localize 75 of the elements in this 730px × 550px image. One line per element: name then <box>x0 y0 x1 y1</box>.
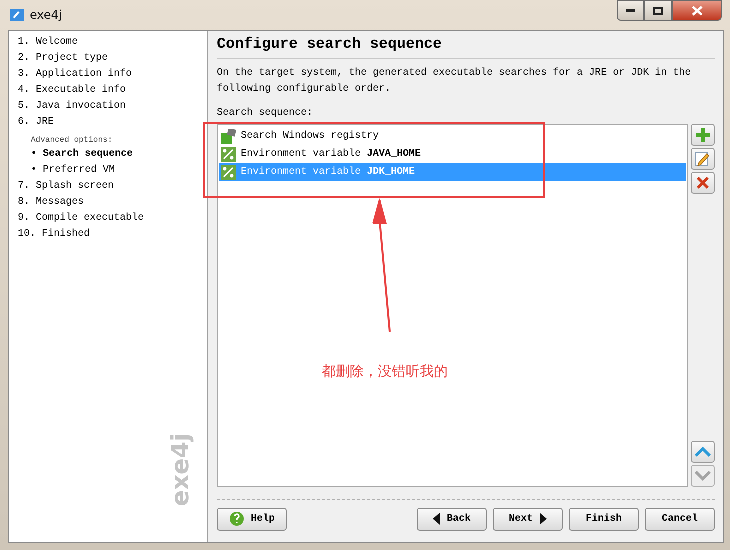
close-icon <box>692 6 702 16</box>
wizard-step[interactable]: 7. Splash screen <box>18 181 207 197</box>
step-number: 7. <box>18 181 30 194</box>
step-number: 8. <box>18 197 30 210</box>
percent-icon <box>221 146 236 162</box>
step-number: 10. <box>18 229 36 242</box>
wizard-step[interactable]: 10. Finished <box>18 229 207 245</box>
right-arrow-icon <box>539 513 547 525</box>
wizard-step[interactable]: 9. Compile executable <box>18 213 207 229</box>
minimize-button[interactable] <box>617 0 644 21</box>
edit-button[interactable] <box>691 148 715 170</box>
wizard-step[interactable]: 3. Application info <box>18 69 207 85</box>
dialog-button[interactable]: Finish <box>569 508 639 530</box>
step-label: Project type <box>36 53 108 66</box>
left-arrow-icon <box>432 513 441 525</box>
step-number: 4. <box>18 85 30 98</box>
wizard-substep[interactable]: • Search sequence <box>18 149 207 165</box>
percent-icon <box>221 164 236 180</box>
wizard-step[interactable]: 4. Executable info <box>18 85 207 101</box>
dialog-button[interactable]: Cancel <box>645 508 715 530</box>
plus-icon <box>695 127 711 143</box>
step-number: 3. <box>18 69 30 82</box>
help-icon <box>228 511 245 527</box>
window-title: exe4j <box>30 8 62 22</box>
step-number: 1. <box>18 37 30 50</box>
step-label: Executable info <box>36 85 126 98</box>
row-text: Search Windows registry <box>241 130 380 142</box>
wizard-step[interactable]: 1. Welcome <box>18 37 207 53</box>
wizard-step[interactable]: 2. Project type <box>18 53 207 69</box>
registry-icon <box>221 128 236 144</box>
wizard-step[interactable]: 6. JRE <box>18 117 207 133</box>
step-label: Finished <box>42 229 90 242</box>
next-button[interactable]: Next <box>493 508 563 530</box>
step-label: Splash screen <box>36 181 114 194</box>
step-label: JRE <box>36 117 54 130</box>
list-label: Search sequence: <box>217 108 314 120</box>
chevron-up-icon <box>695 446 711 458</box>
help-button[interactable]: Help <box>217 508 287 530</box>
page-title: Configure search sequence <box>217 35 715 59</box>
substep-label: Search sequence <box>43 149 134 162</box>
bullet: • <box>31 149 38 162</box>
bullet: • <box>31 165 38 178</box>
step-label: Compile executable <box>36 213 144 226</box>
minimize-icon <box>626 9 635 12</box>
substep-label: Preferred VM <box>43 165 116 178</box>
notepad-pencil-icon <box>694 150 712 168</box>
page-description: On the target system, the generated executable searches for a JRE or JDK in the following configurable order. <box>217 66 692 97</box>
sidebar-logo: exe4j <box>166 434 194 506</box>
wizard-step[interactable]: 8. Messages <box>18 197 207 213</box>
step-label: Messages <box>36 197 84 210</box>
close-button[interactable] <box>672 0 722 21</box>
maximize-button[interactable] <box>644 0 672 21</box>
step-number: 9. <box>18 213 30 226</box>
maximize-icon <box>653 6 663 14</box>
back-button[interactable]: Back <box>417 508 487 530</box>
list-row[interactable]: Environment variable JAVA_HOME <box>219 145 686 163</box>
close-icon <box>695 175 711 191</box>
add-button[interactable] <box>691 124 715 146</box>
app-icon <box>10 9 24 21</box>
list-row[interactable]: Search Windows registry <box>219 127 686 145</box>
step-label: Application info <box>36 69 132 82</box>
row-text: Environment variable JAVA_HOME <box>241 148 422 160</box>
annotation-text: 都删除，没错听我的 <box>322 363 448 381</box>
move-up-button[interactable] <box>691 441 715 463</box>
chevron-down-icon <box>695 470 711 482</box>
step-label: Java invocation <box>36 101 126 114</box>
step-label: Welcome <box>36 37 78 50</box>
row-text: Environment variable JDK_HOME <box>241 166 416 178</box>
wizard-step[interactable]: 5. Java invocation <box>18 101 207 117</box>
delete-button[interactable] <box>691 172 715 194</box>
step-number: 6. <box>18 117 30 130</box>
step-number: 5. <box>18 101 30 114</box>
wizard-substep[interactable]: • Preferred VM <box>18 165 207 181</box>
step-number: 2. <box>18 53 30 66</box>
advanced-options-heading: Advanced options: <box>30 135 114 147</box>
